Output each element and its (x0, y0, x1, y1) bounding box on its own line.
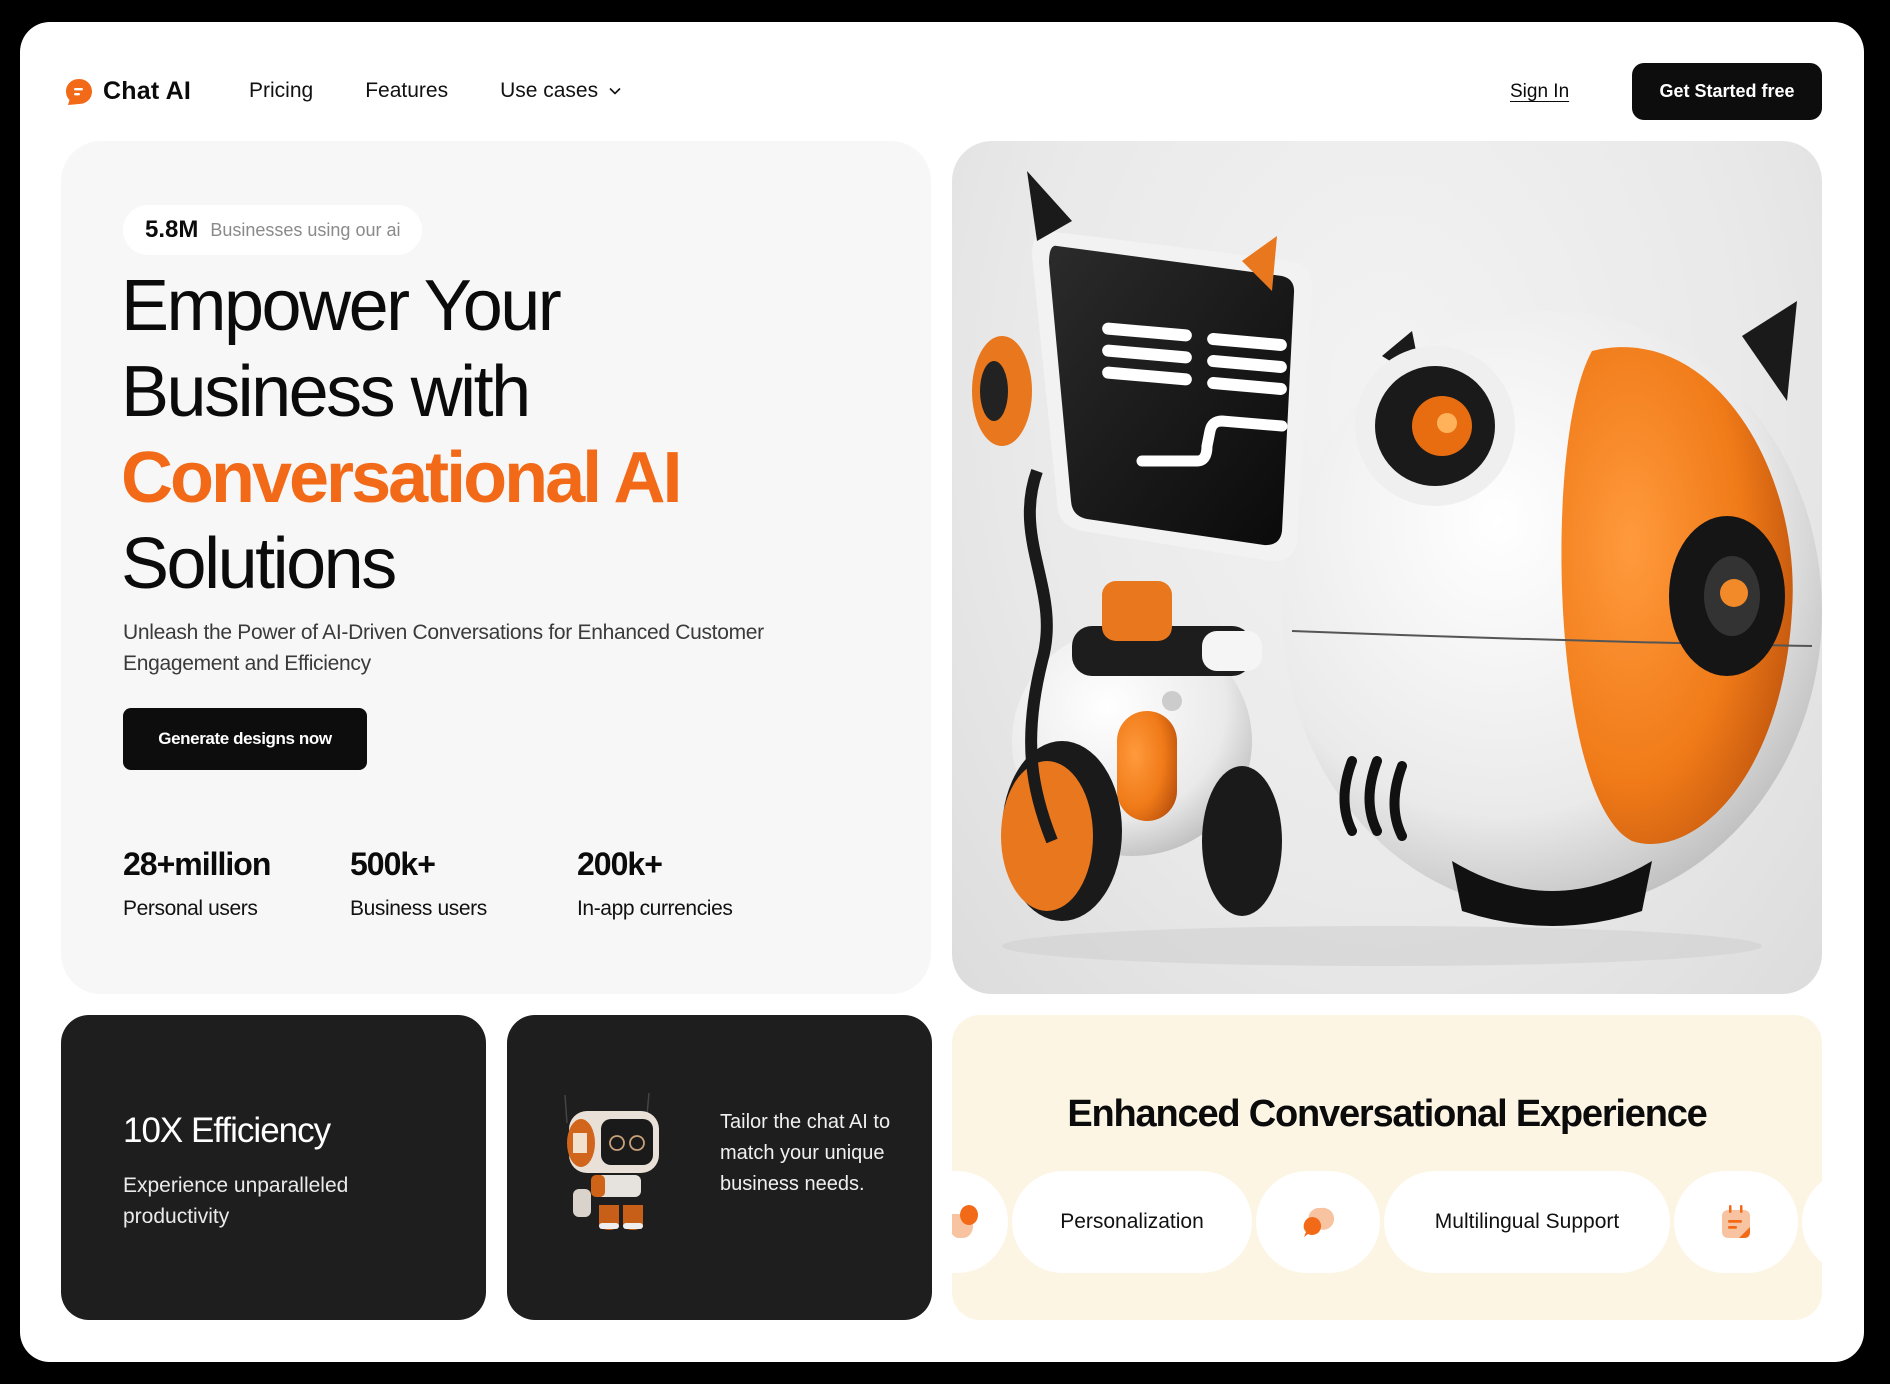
experience-title: Enhanced Conversational Experience (1067, 1093, 1707, 1135)
experience-card: Enhanced Conversational Experience Perso… (952, 1015, 1822, 1320)
stat-label: Business users (350, 897, 487, 920)
stat-value: 28+million (123, 846, 271, 882)
hero-headline: Empower Your Business with Conversationa… (121, 263, 682, 607)
note-icon (1722, 1205, 1750, 1238)
get-started-button[interactable]: Get Started free (1632, 63, 1822, 120)
stat-value: 200k+ (577, 846, 663, 882)
headline-line-2: Business with (121, 352, 531, 432)
brand-logo[interactable]: Chat AI (65, 77, 191, 106)
usage-badge-value: 5.8M (145, 216, 199, 243)
generate-designs-button[interactable]: Generate designs now (123, 708, 367, 770)
stat-label: In-app currencies (577, 897, 733, 920)
usage-badge-text: Businesses using our ai (210, 219, 401, 240)
chat-bubbles-icon (1303, 1207, 1335, 1237)
stat-personal-users: 28+million Personal users (123, 846, 350, 921)
brand-name: Chat AI (103, 77, 191, 105)
nav-links: Pricing Features Use cases (249, 79, 622, 103)
top-nav: Chat AI Pricing Features Use cases Sign … (20, 22, 1864, 138)
nav-link-pricing[interactable]: Pricing (249, 79, 313, 103)
headline-line-1: Empower Your (121, 266, 562, 346)
hero-robot-image (952, 141, 1822, 994)
chat-logo-icon (66, 78, 92, 105)
mini-robot-image (564, 1093, 659, 1230)
chip-next[interactable] (1802, 1171, 1822, 1273)
hero-subtitle: Unleash the Power of AI-Driven Conversat… (123, 621, 764, 675)
pie-icon (952, 1205, 978, 1238)
tailor-text: Tailor the chat AI to match your unique … (720, 1111, 891, 1195)
stat-in-app-currencies: 200k+ In-app currencies (577, 846, 733, 921)
chip-note[interactable] (1674, 1171, 1798, 1273)
efficiency-subtitle: Experience unparalleled productivity (123, 1174, 349, 1228)
nav-link-features[interactable]: Features (365, 79, 448, 103)
chip-multilingual-support[interactable]: Multilingual Support (1384, 1171, 1670, 1273)
stat-label: Personal users (123, 897, 258, 920)
chip-personalization[interactable]: Personalization (1012, 1171, 1252, 1273)
efficiency-card: 10X Efficiency Experience unparalleled p… (61, 1015, 486, 1320)
usage-badge: 5.8M Businesses using our ai (123, 205, 423, 255)
sign-in-link[interactable]: Sign In (1510, 81, 1569, 103)
hero-card: 5.8M Businesses using our ai Empower You… (61, 141, 931, 994)
stat-value: 500k+ (350, 846, 436, 882)
robot-illustration (972, 171, 1822, 966)
chevron-down-icon (609, 87, 621, 95)
headline-line-4: Solutions (121, 524, 397, 604)
chip-chat[interactable] (1256, 1171, 1380, 1273)
tailor-card: Tailor the chat AI to match your unique … (507, 1015, 932, 1320)
chip-pie[interactable] (952, 1171, 1008, 1273)
nav-link-use-cases[interactable]: Use cases (500, 79, 622, 103)
stat-business-users: 500k+ Business users (350, 846, 577, 921)
feature-chip-row: Personalization Multilingual Support (952, 1171, 1822, 1273)
landing-page: Chat AI Pricing Features Use cases Sign … (20, 22, 1864, 1362)
headline-accent: Conversational AI (121, 438, 682, 518)
nav-link-use-cases-label: Use cases (500, 79, 599, 102)
efficiency-title: 10X Efficiency (123, 1111, 331, 1150)
stats-row: 28+million Personal users 500k+ Business… (123, 846, 733, 921)
